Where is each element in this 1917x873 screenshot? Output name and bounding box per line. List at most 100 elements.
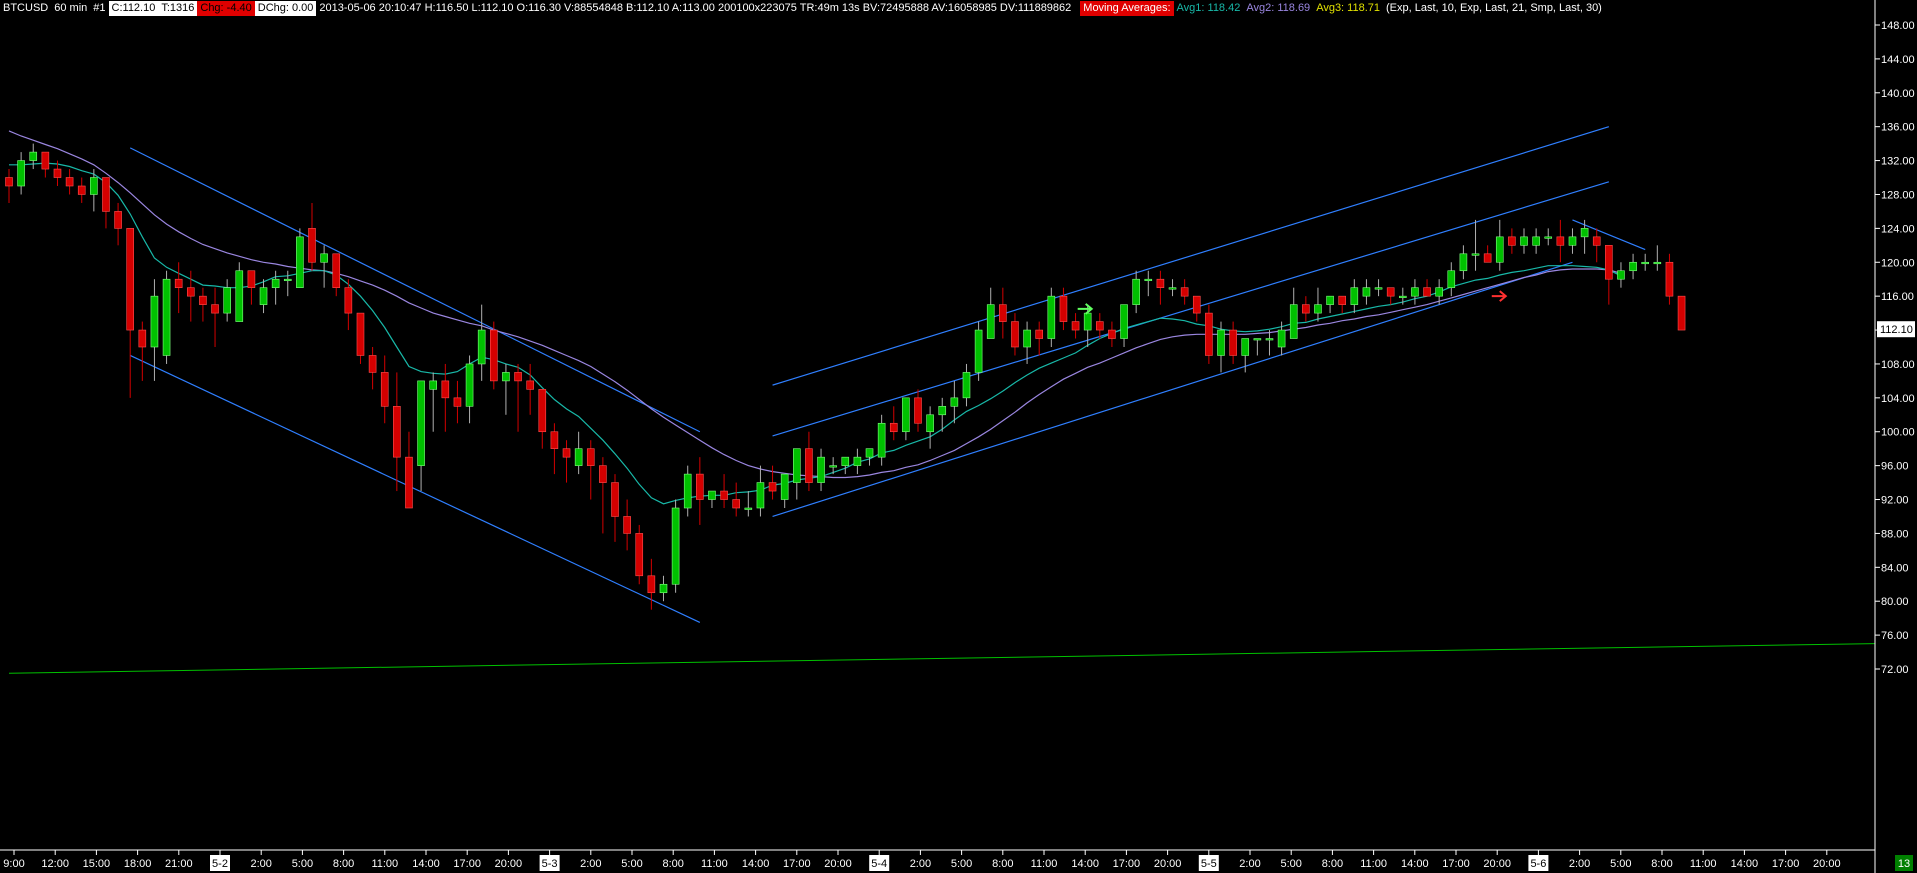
price-tick-label: 144.00 <box>1881 54 1915 66</box>
candle <box>732 482 741 517</box>
down-candle-body <box>1071 321 1080 331</box>
up-candle-body <box>259 287 268 305</box>
price-tick-label: 140.00 <box>1881 88 1915 100</box>
plot-area[interactable] <box>5 126 1876 674</box>
down-candle-body <box>187 287 195 297</box>
down-candle-body <box>1665 261 1674 297</box>
time-label: 14:00 <box>742 858 770 870</box>
down-candle-body <box>65 177 74 187</box>
up-candle-body <box>1083 312 1092 331</box>
up-candle-body <box>1326 295 1334 305</box>
down-candle-body <box>720 490 728 500</box>
candle <box>1617 262 1625 288</box>
candle <box>1580 219 1589 254</box>
time-label: 18:00 <box>124 858 152 870</box>
price-tick-label: 96.00 <box>1881 461 1909 473</box>
candle <box>29 143 38 170</box>
candle <box>817 448 825 492</box>
candle <box>1447 262 1456 297</box>
candle <box>1544 228 1553 246</box>
down-candle-body <box>1338 295 1346 305</box>
candle <box>5 169 13 203</box>
up-candle-body <box>1641 261 1649 265</box>
candle <box>1520 228 1528 254</box>
up-candle-body <box>1023 329 1031 348</box>
price-axis[interactable]: 148.00 144.00 140.00 136.00 132.00 128.00 124.… <box>1875 20 1915 676</box>
up-candle-body <box>1047 295 1056 339</box>
up-candle-body <box>950 397 959 407</box>
price-chart[interactable]: 148.00 144.00 140.00 136.00 132.00 128.00 124.… <box>0 0 1917 873</box>
time-label: 20:00 <box>1154 858 1182 870</box>
down-candle-body <box>5 177 13 187</box>
price-tick-label: 124.00 <box>1881 223 1915 235</box>
down-candle-body <box>1011 321 1019 348</box>
up-candle-body <box>1374 287 1383 290</box>
candle <box>102 177 110 229</box>
up-candle-body <box>1350 287 1359 305</box>
time-label: 14:00 <box>412 858 440 870</box>
candle <box>683 465 692 517</box>
time-label: 9:00 <box>3 858 24 870</box>
candle <box>659 575 668 602</box>
time-label: 14:00 <box>1731 858 1759 870</box>
time-label: 5:00 <box>1610 858 1631 870</box>
candle <box>889 406 898 441</box>
down-candle-body <box>550 431 559 449</box>
up-candle-body <box>502 372 510 382</box>
buy-arrow-marker <box>1077 303 1094 315</box>
up-candle-body <box>465 363 474 407</box>
candle <box>1362 279 1371 305</box>
up-candle-body <box>902 397 910 433</box>
candle <box>1314 287 1322 322</box>
time-label: 8:00 <box>1322 858 1343 870</box>
candle <box>623 499 631 551</box>
candle <box>332 253 341 297</box>
time-label: 14:00 <box>1401 858 1429 870</box>
candle <box>1411 279 1419 305</box>
candle <box>308 202 316 271</box>
candle <box>1471 219 1480 271</box>
time-label: 11:00 <box>701 858 728 870</box>
candle <box>647 558 656 610</box>
candle <box>974 321 983 381</box>
up-candle-body <box>162 278 171 356</box>
candle <box>223 279 231 322</box>
up-candle-body <box>320 253 328 263</box>
candle <box>477 304 486 381</box>
up-candle-body <box>986 304 995 339</box>
candle <box>611 474 619 542</box>
down-candle-body <box>405 456 413 509</box>
candle <box>926 406 934 449</box>
candle <box>853 448 862 475</box>
candle <box>599 457 607 534</box>
time-axis[interactable]: 9:00 12:00 15:00 18:00 21:00 5-2 2:00 5:00 8:00 1… <box>3 850 1913 871</box>
candle <box>368 347 377 390</box>
time-label: 14:00 <box>1071 858 1099 870</box>
price-tick-label: 88.00 <box>1881 528 1909 540</box>
up-candle-body <box>1411 287 1419 297</box>
time-label: 5:00 <box>621 858 642 870</box>
candle <box>708 490 716 508</box>
down-candle-body <box>1483 253 1492 263</box>
up-candle-body <box>1120 304 1128 339</box>
candle <box>283 270 292 297</box>
up-candle-body <box>1144 278 1153 282</box>
page-number-label: 13 <box>1898 858 1910 870</box>
date-label: 5-2 <box>212 858 228 870</box>
price-tick-label: 108.00 <box>1881 359 1915 371</box>
down-candle-body <box>380 372 389 407</box>
down-candle-body <box>623 516 631 534</box>
candle <box>1338 295 1346 314</box>
down-candle-body <box>514 372 522 382</box>
down-candle-body <box>489 329 498 382</box>
down-candle-body <box>1156 278 1165 288</box>
candle <box>1423 279 1431 297</box>
down-candle-body <box>1508 236 1516 246</box>
down-candle-body <box>562 448 571 458</box>
candle <box>356 312 365 364</box>
down-candle-body <box>344 287 353 314</box>
candle <box>65 169 74 195</box>
time-label: 8:00 <box>333 858 354 870</box>
up-candle-body <box>1520 236 1528 246</box>
up-candle-body <box>235 270 244 322</box>
